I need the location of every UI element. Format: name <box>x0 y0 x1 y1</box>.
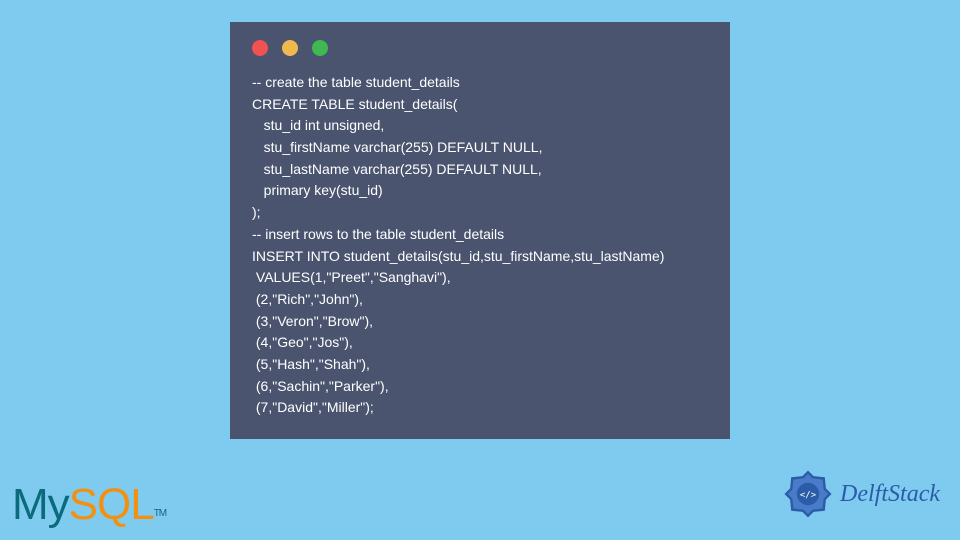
window-controls <box>252 40 708 56</box>
mysql-logo: MySQLTM <box>12 480 166 530</box>
svg-text:</>: </> <box>800 490 816 500</box>
code-block: -- create the table student_details CREA… <box>252 72 708 419</box>
delftstack-icon: </> <box>780 466 836 522</box>
maximize-dot-icon <box>312 40 328 56</box>
close-dot-icon <box>252 40 268 56</box>
delftstack-text: DelftStack <box>840 481 940 508</box>
mysql-my-text: My <box>12 480 69 529</box>
mysql-tm-text: TM <box>154 508 166 519</box>
mysql-sql-text: SQL <box>69 480 154 529</box>
minimize-dot-icon <box>282 40 298 56</box>
code-window: -- create the table student_details CREA… <box>230 22 730 439</box>
delftstack-logo: </> DelftStack <box>780 466 940 522</box>
